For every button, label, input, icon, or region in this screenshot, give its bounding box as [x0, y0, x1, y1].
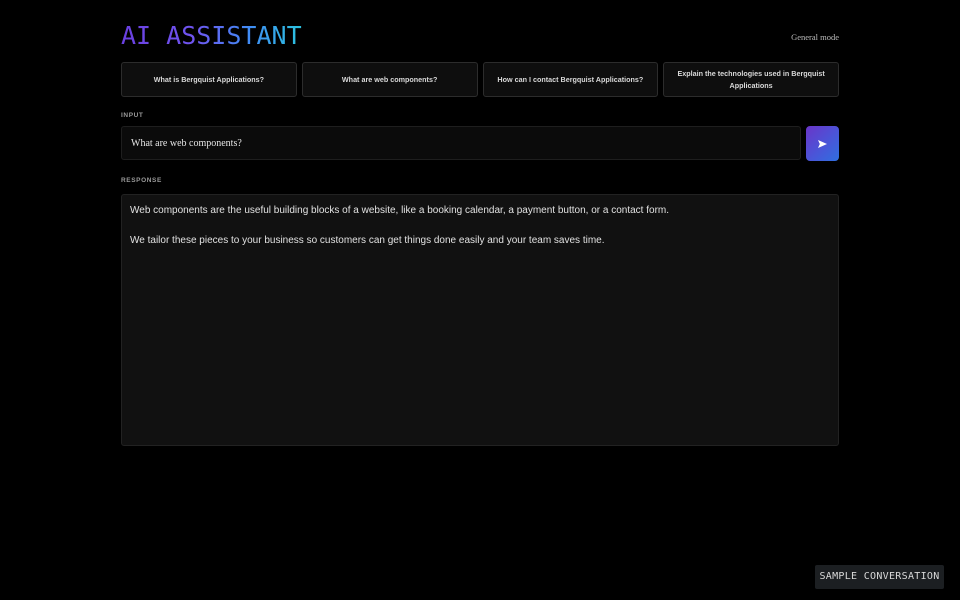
suggestion-label: What is Bergquist Applications? — [153, 74, 265, 84]
response-paragraph: We tailor these pieces to your business … — [130, 235, 605, 246]
assistant-app: AI ASSISTANT General mode What is Bergqu… — [121, 0, 839, 600]
suggestion-button[interactable]: How can I contact Bergquist Applications… — [482, 62, 659, 97]
send-button[interactable] — [806, 126, 839, 161]
response-panel: Web components are the useful building b… — [121, 194, 839, 446]
mode-label[interactable]: General mode — [791, 32, 839, 42]
response-paragraph: Web components are the useful building b… — [130, 205, 670, 216]
input-row — [121, 126, 839, 161]
response-section-label: RESPONSE — [121, 177, 162, 184]
app-logo: AI ASSISTANT — [121, 21, 302, 50]
suggestion-list: What is Bergquist Applications? What are… — [121, 62, 839, 99]
question-input[interactable] — [121, 126, 801, 160]
send-arrow-icon — [818, 139, 827, 148]
input-section-label: INPUT — [121, 112, 144, 119]
suggestion-button[interactable]: What is Bergquist Applications? — [121, 62, 297, 97]
header: AI ASSISTANT General mode — [121, 22, 839, 50]
suggestion-label: What are web components? — [341, 74, 438, 84]
sample-conversation-badge: SAMPLE CONVERSATION — [815, 565, 944, 589]
suggestion-button[interactable]: Explain the technologies used in Bergqui… — [663, 62, 839, 97]
suggestion-label: How can I contact Bergquist Applications… — [497, 74, 644, 84]
suggestion-label: Explain the technologies used in Bergqui… — [677, 68, 825, 90]
suggestion-button[interactable]: What are web components? — [301, 62, 478, 97]
